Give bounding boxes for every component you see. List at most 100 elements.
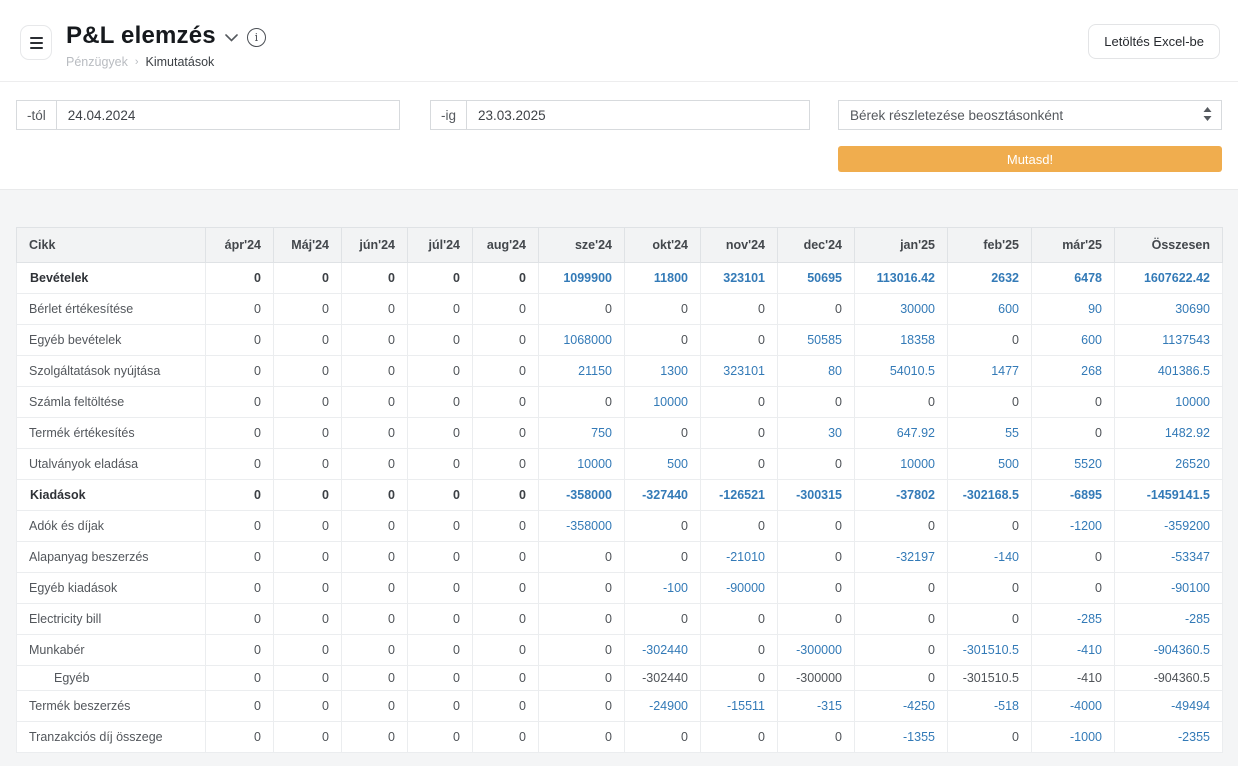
cell-value-link[interactable]: -302440 (625, 635, 701, 666)
cell-value-link[interactable]: -15511 (701, 691, 778, 722)
cell-value-link[interactable]: 750 (539, 418, 625, 449)
info-icon[interactable]: i (247, 28, 266, 47)
cell-value-link[interactable]: -904360.5 (1115, 635, 1223, 666)
cell-value: -301510.5 (948, 666, 1032, 691)
cell-value-link[interactable]: -49494 (1115, 691, 1223, 722)
cell-value-link[interactable]: -358000 (539, 511, 625, 542)
cell-value-link[interactable]: 647.92 (855, 418, 948, 449)
cell-value-link[interactable]: -2355 (1115, 722, 1223, 753)
cell-value-link[interactable]: 500 (948, 449, 1032, 480)
cell-value: 0 (701, 449, 778, 480)
cell-value-link[interactable]: 10000 (625, 387, 701, 418)
download-excel-button[interactable]: Letöltés Excel-be (1088, 24, 1220, 59)
cell-value-link[interactable]: 26520 (1115, 449, 1223, 480)
breadcrumb-parent[interactable]: Pénzügyek (66, 55, 128, 69)
cell-value-link[interactable]: -4000 (1032, 691, 1115, 722)
cell-value-link[interactable]: -32197 (855, 542, 948, 573)
cell-value-link[interactable]: 323101 (701, 356, 778, 387)
cell-value: 0 (342, 418, 408, 449)
cell-value-link[interactable]: 401386.5 (1115, 356, 1223, 387)
cell-value-link[interactable]: 10000 (539, 449, 625, 480)
cell-value-link[interactable]: 268 (1032, 356, 1115, 387)
cell-value-link[interactable]: 30 (778, 418, 855, 449)
cell-value-link[interactable]: -285 (1032, 604, 1115, 635)
cell-value-link[interactable]: -301510.5 (948, 635, 1032, 666)
cell-value-link[interactable]: -302168.5 (948, 480, 1032, 511)
cell-value-link[interactable]: 21150 (539, 356, 625, 387)
row-label: Electricity bill (17, 604, 206, 635)
cell-value-link[interactable]: 1068000 (539, 325, 625, 356)
date-to-input[interactable] (467, 101, 809, 129)
hamburger-menu-button[interactable] (20, 25, 52, 60)
date-to-label: -ig (431, 101, 467, 129)
table-row: Kiadások00000-358000-327440-126521-30031… (17, 480, 1223, 511)
cell-value-link[interactable]: -285 (1115, 604, 1223, 635)
cell-value: 0 (206, 511, 274, 542)
cell-value-link[interactable]: 50585 (778, 325, 855, 356)
cell-value: 0 (855, 511, 948, 542)
chevron-down-icon[interactable] (225, 29, 238, 47)
cell-value-link[interactable]: 50695 (778, 263, 855, 294)
cell-value: 0 (625, 511, 701, 542)
cell-value-link[interactable]: 6478 (1032, 263, 1115, 294)
cell-value-link[interactable]: 1477 (948, 356, 1032, 387)
report-type-select[interactable]: Bérek részletezése beosztásonként (838, 100, 1222, 130)
cell-value-link[interactable]: -4250 (855, 691, 948, 722)
cell-value-link[interactable]: 1099900 (539, 263, 625, 294)
cell-value-link[interactable]: 10000 (855, 449, 948, 480)
date-from-input[interactable] (57, 101, 399, 129)
cell-value-link[interactable]: 323101 (701, 263, 778, 294)
cell-value-link[interactable]: 113016.42 (855, 263, 948, 294)
show-report-button[interactable]: Mutasd! (838, 146, 1222, 172)
cell-value-link[interactable]: 500 (625, 449, 701, 480)
cell-value-link[interactable]: 54010.5 (855, 356, 948, 387)
cell-value-link[interactable]: -1200 (1032, 511, 1115, 542)
cell-value-link[interactable]: 30000 (855, 294, 948, 325)
cell-value-link[interactable]: 5520 (1032, 449, 1115, 480)
cell-value-link[interactable]: 1137543 (1115, 325, 1223, 356)
cell-value-link[interactable]: -6895 (1032, 480, 1115, 511)
cell-value-link[interactable]: -358000 (539, 480, 625, 511)
cell-value-link[interactable]: -37802 (855, 480, 948, 511)
cell-value: 0 (342, 387, 408, 418)
cell-value-link[interactable]: -24900 (625, 691, 701, 722)
cell-value: 0 (778, 449, 855, 480)
cell-value-link[interactable]: -140 (948, 542, 1032, 573)
cell-value-link[interactable]: -126521 (701, 480, 778, 511)
cell-value-link[interactable]: -300000 (778, 635, 855, 666)
cell-value-link[interactable]: 1607622.42 (1115, 263, 1223, 294)
cell-value-link[interactable]: -90000 (701, 573, 778, 604)
cell-value: 0 (473, 263, 539, 294)
cell-value-link[interactable]: 11800 (625, 263, 701, 294)
cell-value-link[interactable]: -90100 (1115, 573, 1223, 604)
cell-value-link[interactable]: 18358 (855, 325, 948, 356)
cell-value-link[interactable]: -53347 (1115, 542, 1223, 573)
cell-value-link[interactable]: -410 (1032, 635, 1115, 666)
cell-value-link[interactable]: -1355 (855, 722, 948, 753)
table-row: Electricity bill00000000000-285-285 (17, 604, 1223, 635)
cell-value-link[interactable]: -21010 (701, 542, 778, 573)
cell-value-link[interactable]: 80 (778, 356, 855, 387)
cell-value-link[interactable]: -315 (778, 691, 855, 722)
cell-value: 0 (473, 635, 539, 666)
cell-value-link[interactable]: -518 (948, 691, 1032, 722)
cell-value-link[interactable]: -100 (625, 573, 701, 604)
cell-value-link[interactable]: -327440 (625, 480, 701, 511)
cell-value-link[interactable]: 55 (948, 418, 1032, 449)
cell-value-link[interactable]: -300315 (778, 480, 855, 511)
cell-value: 0 (539, 294, 625, 325)
cell-value-link[interactable]: 10000 (1115, 387, 1223, 418)
cell-value-link[interactable]: 30690 (1115, 294, 1223, 325)
cell-value-link[interactable]: 2632 (948, 263, 1032, 294)
cell-value-link[interactable]: -359200 (1115, 511, 1223, 542)
cell-value-link[interactable]: 90 (1032, 294, 1115, 325)
cell-value-link[interactable]: 1482.92 (1115, 418, 1223, 449)
cell-value-link[interactable]: -1000 (1032, 722, 1115, 753)
cell-value-link[interactable]: 600 (1032, 325, 1115, 356)
cell-value-link[interactable]: -1459141.5 (1115, 480, 1223, 511)
cell-value-link[interactable]: 1300 (625, 356, 701, 387)
cell-value: 0 (274, 604, 342, 635)
table-row: Egyéb bevételek0000010680000050585183580… (17, 325, 1223, 356)
table-row: Szolgáltatások nyújtása00000211501300323… (17, 356, 1223, 387)
cell-value-link[interactable]: 600 (948, 294, 1032, 325)
